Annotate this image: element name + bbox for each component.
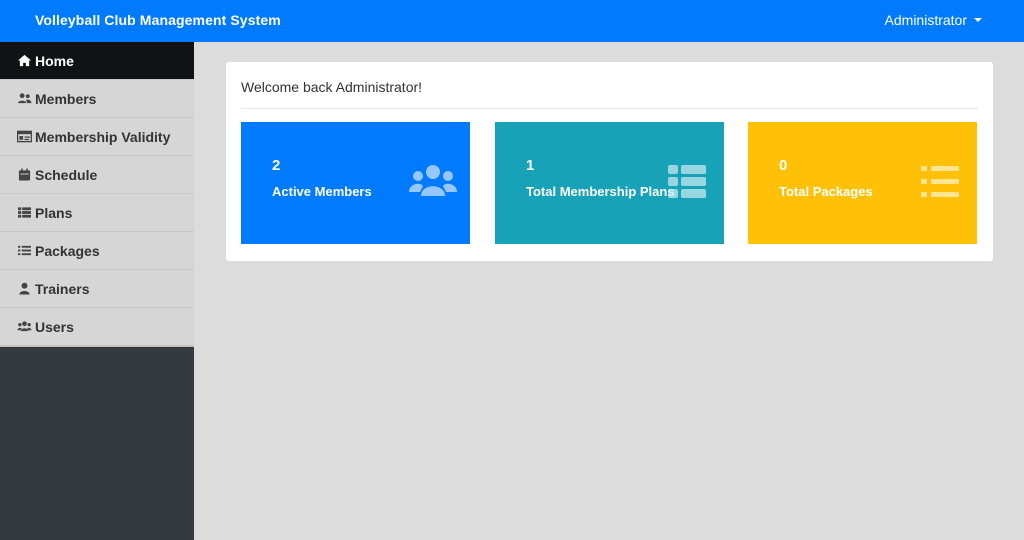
- users-icon: [409, 165, 457, 196]
- sidebar-item-users[interactable]: Users: [0, 308, 194, 346]
- stat-card-membership-plans[interactable]: 1 Total Membership Plans: [495, 122, 724, 244]
- users-icon: [16, 320, 32, 334]
- list-icon: [921, 166, 959, 197]
- stat-card-active-members[interactable]: 2 Active Members: [241, 122, 470, 244]
- main-content: Welcome back Administrator! 2 Active Mem…: [194, 42, 1024, 540]
- sidebar-item-label: Members: [35, 90, 97, 107]
- stat-label: Active Members: [272, 184, 372, 199]
- user-dropdown[interactable]: Administrator: [885, 12, 982, 28]
- sidebar-item-label: Trainers: [35, 280, 90, 297]
- sidebar-item-label: Home: [35, 52, 74, 69]
- sidebar-menu: Home Members Membership Validity Schedul…: [0, 42, 194, 347]
- top-navbar: Volleyball Club Management System Admini…: [0, 0, 1024, 42]
- th-list-icon: [668, 165, 706, 198]
- list-icon: [16, 244, 32, 258]
- home-icon: [16, 54, 32, 68]
- sidebar-item-packages[interactable]: Packages: [0, 232, 194, 270]
- sidebar-item-label: Users: [35, 318, 74, 335]
- sidebar-item-home[interactable]: Home: [0, 42, 194, 80]
- sidebar-item-plans[interactable]: Plans: [0, 194, 194, 232]
- stat-card-packages[interactable]: 0 Total Packages: [748, 122, 977, 244]
- caret-down-icon: [974, 18, 982, 22]
- stat-value: 2: [272, 157, 281, 174]
- stat-label: Total Membership Plans: [526, 184, 675, 199]
- user-icon: [16, 282, 32, 296]
- members-icon: [16, 92, 32, 106]
- brand-title[interactable]: Volleyball Club Management System: [35, 12, 281, 28]
- sidebar-item-label: Plans: [35, 204, 73, 221]
- sidebar-item-members[interactable]: Members: [0, 80, 194, 118]
- sidebar-item-label: Packages: [35, 242, 100, 259]
- stat-value: 1: [526, 157, 535, 174]
- dashboard-card: Welcome back Administrator! 2 Active Mem…: [226, 62, 993, 261]
- sidebar-item-label: Schedule: [35, 166, 98, 183]
- sidebar-item-membership-validity[interactable]: Membership Validity: [0, 118, 194, 156]
- sidebar-item-schedule[interactable]: Schedule: [0, 156, 194, 194]
- sidebar: Home Members Membership Validity Schedul…: [0, 42, 194, 540]
- stat-label: Total Packages: [779, 184, 873, 199]
- sidebar-item-trainers[interactable]: Trainers: [0, 270, 194, 308]
- welcome-message: Welcome back Administrator!: [241, 79, 423, 95]
- user-name: Administrator: [884, 12, 967, 28]
- divider: [241, 108, 978, 109]
- stat-value: 0: [779, 157, 788, 174]
- id-card-icon: [16, 130, 32, 144]
- calendar-icon: [16, 168, 32, 182]
- th-list-icon: [16, 206, 32, 220]
- sidebar-item-label: Membership Validity: [35, 128, 171, 145]
